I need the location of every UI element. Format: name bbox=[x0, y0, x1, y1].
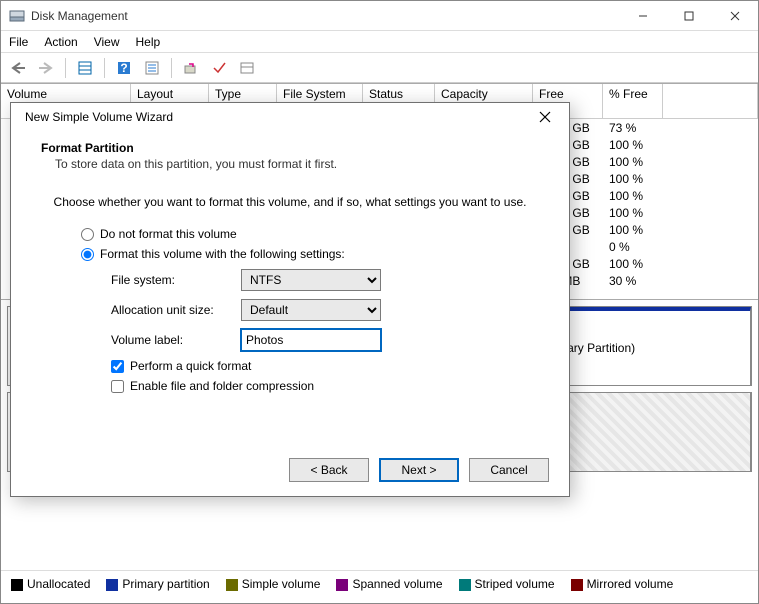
input-volume-label[interactable] bbox=[241, 329, 381, 351]
legend: Unallocated Primary partition Simple vol… bbox=[1, 570, 758, 597]
dialog-heading: Format Partition bbox=[41, 141, 539, 155]
radio-do-not-format-label: Do not format this volume bbox=[100, 227, 237, 241]
legend-striped: Striped volume bbox=[459, 577, 555, 591]
cell-percent-free: 30 % bbox=[603, 274, 663, 288]
checkbox-quick-format[interactable]: Perform a quick format bbox=[111, 359, 539, 373]
dialog-buttons: < Back Next > Cancel bbox=[289, 458, 549, 482]
help-icon[interactable]: ? bbox=[113, 57, 135, 79]
cell-percent-free: 100 % bbox=[603, 206, 663, 220]
cell-percent-free: 0 % bbox=[603, 240, 663, 254]
dialog-header: Format Partition To store data on this p… bbox=[11, 131, 569, 187]
dialog-title: New Simple Volume Wizard bbox=[25, 110, 529, 124]
legend-spanned: Spanned volume bbox=[336, 577, 442, 591]
svg-text:?: ? bbox=[120, 61, 127, 75]
check-icon[interactable] bbox=[208, 57, 230, 79]
checkbox-compression[interactable]: Enable file and folder compression bbox=[111, 379, 539, 393]
back-button[interactable] bbox=[7, 57, 29, 79]
checkbox-quick-format-label: Perform a quick format bbox=[130, 359, 251, 373]
settings-list-icon[interactable] bbox=[141, 57, 163, 79]
radio-do-not-format-input[interactable] bbox=[81, 228, 94, 241]
menu-action[interactable]: Action bbox=[44, 35, 77, 49]
instruction-text: Choose whether you want to format this v… bbox=[41, 195, 539, 209]
cell-percent-free: 73 % bbox=[603, 121, 663, 135]
next-button[interactable]: Next > bbox=[379, 458, 459, 482]
checkbox-compression-input[interactable] bbox=[111, 380, 124, 393]
legend-simple: Simple volume bbox=[226, 577, 321, 591]
legend-unallocated: Unallocated bbox=[11, 577, 90, 591]
disk-0-part-2[interactable]: ary Partition) bbox=[561, 307, 751, 385]
menu-help[interactable]: Help bbox=[136, 35, 161, 49]
dialog-body: Choose whether you want to format this v… bbox=[11, 187, 569, 407]
radio-format-label: Format this volume with the following se… bbox=[100, 247, 345, 261]
label-filesystem: File system: bbox=[111, 273, 241, 287]
select-filesystem[interactable]: NTFS bbox=[241, 269, 381, 291]
properties-icon[interactable] bbox=[74, 57, 96, 79]
disk-mgmt-icon bbox=[9, 8, 25, 24]
cell-percent-free: 100 % bbox=[603, 138, 663, 152]
menu-view[interactable]: View bbox=[94, 35, 120, 49]
format-settings: File system: NTFS Allocation unit size: … bbox=[111, 269, 539, 351]
forward-button[interactable] bbox=[35, 57, 57, 79]
titlebar: Disk Management bbox=[1, 1, 758, 31]
select-allocation[interactable]: Default bbox=[241, 299, 381, 321]
refresh-icon[interactable] bbox=[180, 57, 202, 79]
cell-percent-free: 100 % bbox=[603, 155, 663, 169]
disk-0-part-2-label: ary Partition) bbox=[567, 341, 635, 355]
maximize-button[interactable] bbox=[666, 1, 712, 31]
col-percent-free[interactable]: % Free bbox=[603, 84, 663, 118]
table-icon[interactable] bbox=[236, 57, 258, 79]
radio-do-not-format[interactable]: Do not format this volume bbox=[81, 227, 539, 241]
window-title: Disk Management bbox=[31, 9, 620, 23]
dialog-subheading: To store data on this partition, you mus… bbox=[41, 157, 539, 171]
label-volume-label: Volume label: bbox=[111, 333, 241, 347]
cell-percent-free: 100 % bbox=[603, 172, 663, 186]
menu-bar: File Action View Help bbox=[1, 31, 758, 53]
close-button[interactable] bbox=[712, 1, 758, 31]
back-button[interactable]: < Back bbox=[289, 458, 369, 482]
label-allocation: Allocation unit size: bbox=[111, 303, 241, 317]
cell-percent-free: 100 % bbox=[603, 223, 663, 237]
cell-percent-free: 100 % bbox=[603, 257, 663, 271]
dialog-titlebar: New Simple Volume Wizard bbox=[11, 103, 569, 131]
cancel-button[interactable]: Cancel bbox=[469, 458, 549, 482]
toolbar: ? bbox=[1, 53, 758, 83]
cell-percent-free: 100 % bbox=[603, 189, 663, 203]
minimize-button[interactable] bbox=[620, 1, 666, 31]
radio-format[interactable]: Format this volume with the following se… bbox=[81, 247, 539, 261]
menu-file[interactable]: File bbox=[9, 35, 28, 49]
legend-mirrored: Mirrored volume bbox=[571, 577, 674, 591]
checkbox-compression-label: Enable file and folder compression bbox=[130, 379, 314, 393]
dialog-close-button[interactable] bbox=[529, 105, 561, 129]
checkbox-quick-format-input[interactable] bbox=[111, 360, 124, 373]
radio-format-input[interactable] bbox=[81, 248, 94, 261]
legend-primary: Primary partition bbox=[106, 577, 209, 591]
wizard-dialog: New Simple Volume Wizard Format Partitio… bbox=[10, 102, 570, 497]
